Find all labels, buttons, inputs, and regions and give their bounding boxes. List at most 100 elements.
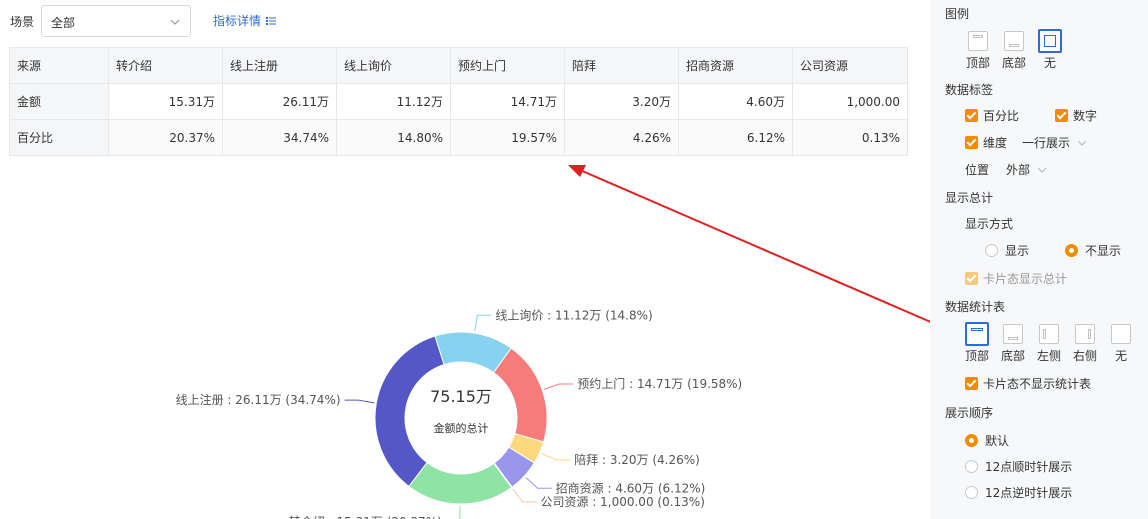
order-option-label: 12点顺时针展示: [985, 460, 1073, 474]
radio-unchecked-icon: [965, 486, 978, 499]
scene-select-value: 全部: [51, 16, 76, 30]
radio-hide[interactable]: 不显示: [1065, 242, 1121, 259]
page-root: { "filter": { "scene_label": "场景", "scen…: [0, 0, 1148, 519]
checkbox-checked-icon: [1055, 109, 1068, 122]
stat-table-option-bottom[interactable]: 底部: [995, 324, 1031, 364]
donut-slice: [492, 347, 548, 443]
leader-line: [512, 488, 537, 503]
leader-line: [474, 314, 492, 332]
stat-table-option-none[interactable]: 无: [1103, 324, 1139, 364]
order-option-counterclockwise[interactable]: 12点逆时针展示: [965, 484, 1072, 501]
data-label: 线上注册 : 26.11万 (34.74%): [176, 392, 341, 407]
line-display-value: 一行展示: [1022, 136, 1071, 150]
metric-detail-link[interactable]: 指标详情: [213, 12, 277, 29]
table-cell: 26.11万: [222, 83, 337, 120]
table-cell: 4.60万: [678, 83, 793, 120]
legend-options: 顶部 底部 无: [960, 29, 1068, 71]
legend-option-label: 底部: [1001, 56, 1026, 70]
position-value: 外部: [1006, 163, 1031, 177]
checkbox-checked-icon: [965, 136, 978, 149]
data-label: 公司资源 : 1,000.00 (0.13%): [540, 495, 704, 509]
legend-title: 图例: [945, 7, 970, 21]
center-total-label: 金额的总计: [434, 421, 489, 435]
legend-option-none[interactable]: 无: [1032, 29, 1068, 71]
data-label: 陪拜 : 3.20万 (4.26%): [574, 452, 700, 467]
stat-table-option-label: 右侧: [1072, 349, 1097, 363]
display-mode-label: 显示方式: [965, 217, 1014, 231]
center-total-value: 75.15万: [430, 387, 492, 406]
stat-table-option-left[interactable]: 左侧: [1031, 324, 1067, 364]
layout-left-icon: [1039, 324, 1059, 344]
legend-option-bottom[interactable]: 底部: [996, 31, 1032, 71]
metric-detail-label: 指标详情: [213, 14, 262, 28]
data-label: 线上询价 : 11.12万 (14.8%): [495, 308, 652, 322]
line-display-select[interactable]: 一行展示: [1022, 134, 1088, 151]
data-label: 预约上门 : 14.71万 (19.58%): [577, 376, 742, 391]
table-row-label: 金额: [9, 83, 109, 120]
leader-line: [541, 453, 571, 461]
radio-unchecked-icon: [985, 244, 998, 257]
table-header-cell: 线上询价: [336, 47, 451, 84]
layout-bottom-icon: [1004, 31, 1024, 51]
table-cell: 11.12万: [336, 83, 451, 120]
position-label: 位置: [965, 163, 990, 177]
position-select[interactable]: 外部: [1006, 161, 1048, 178]
percent-checkbox[interactable]: 百分比: [965, 107, 1019, 124]
table-header-cell: 线上注册: [222, 47, 337, 84]
radio-unchecked-icon: [965, 460, 978, 473]
leader-line: [459, 505, 461, 519]
stat-table-title: 数据统计表: [945, 300, 1006, 314]
dimension-checkbox[interactable]: 维度: [965, 134, 1007, 151]
layout-top-icon: [965, 322, 989, 346]
table-header-cell: 公司资源: [792, 47, 908, 84]
stat-table-option-right[interactable]: 右侧: [1067, 324, 1103, 364]
checkbox-checked-icon: [965, 272, 978, 285]
table-cell: 14.71万: [450, 83, 565, 120]
order-option-default[interactable]: 默认: [965, 432, 1009, 449]
legend-option-label: 顶部: [965, 56, 990, 70]
number-checkbox[interactable]: 数字: [1055, 107, 1097, 124]
number-checkbox-label: 数字: [1073, 109, 1098, 123]
leader-line: [544, 383, 574, 390]
table-row: 金额 15.31万 26.11万 11.12万 14.71万 3.20万 4.6…: [9, 83, 908, 120]
table-header-cell: 招商资源: [678, 47, 793, 84]
settings-panel: 图例 顶部 底部 无 数据标签 百分比 数字 维度 一行展示 位置 外部 显示总…: [930, 0, 1148, 519]
order-option-clockwise[interactable]: 12点顺时针展示: [965, 458, 1072, 475]
donut-slice: [374, 335, 445, 488]
radio-checked-icon: [965, 434, 978, 447]
stat-table-option-label: 左侧: [1036, 349, 1061, 363]
chevron-down-icon: [170, 19, 180, 25]
legend-option-top[interactable]: 顶部: [960, 31, 996, 71]
checkbox-checked-icon: [965, 377, 978, 390]
leader-line: [344, 399, 375, 404]
card-hide-stat-table-label: 卡片态不显示统计表: [983, 377, 1092, 391]
data-label-title: 数据标签: [945, 83, 994, 97]
scene-select[interactable]: 全部: [41, 5, 191, 37]
table-header-cell: 预约上门: [450, 47, 565, 84]
layout-top-icon: [968, 31, 988, 51]
data-label: 招商资源 : 4.60万 (6.12%): [556, 480, 706, 495]
stat-table-option-top[interactable]: 顶部: [959, 322, 995, 364]
donut-chart: 转介绍 : 15.31万 (20.37%) 线上注册 : 26.11万 (34.7…: [176, 308, 742, 519]
radio-show-label: 显示: [1005, 244, 1030, 258]
radio-hide-label: 不显示: [1085, 244, 1122, 258]
checkbox-checked-icon: [965, 109, 978, 122]
stat-table-options: 顶部 底部 左侧 右侧 无: [959, 322, 1139, 364]
layout-none-icon: [1038, 29, 1062, 53]
leader-line: [525, 477, 552, 489]
show-total-title: 显示总计: [945, 191, 994, 205]
table-header-row: 来源 转介绍 线上注册 线上询价 预约上门 陪拜 招商资源 公司资源: [9, 47, 908, 84]
card-show-total-checkbox[interactable]: 卡片态显示总计: [965, 270, 1067, 287]
legend-option-label: 无: [1043, 56, 1056, 70]
radio-checked-icon: [1065, 244, 1078, 257]
data-label: 转介绍 : 15.31万 (20.37%): [289, 514, 442, 519]
layout-none-icon: [1111, 324, 1131, 344]
radio-show[interactable]: 显示: [985, 242, 1029, 259]
order-option-label: 12点逆时针展示: [985, 486, 1073, 500]
scene-label: 场景: [10, 15, 35, 29]
donut-slice: [408, 461, 513, 505]
order-option-label: 默认: [985, 434, 1010, 448]
card-hide-stat-table-checkbox[interactable]: 卡片态不显示统计表: [965, 375, 1091, 392]
layout-right-icon: [1075, 324, 1095, 344]
table-cell: 15.31万: [108, 83, 223, 120]
